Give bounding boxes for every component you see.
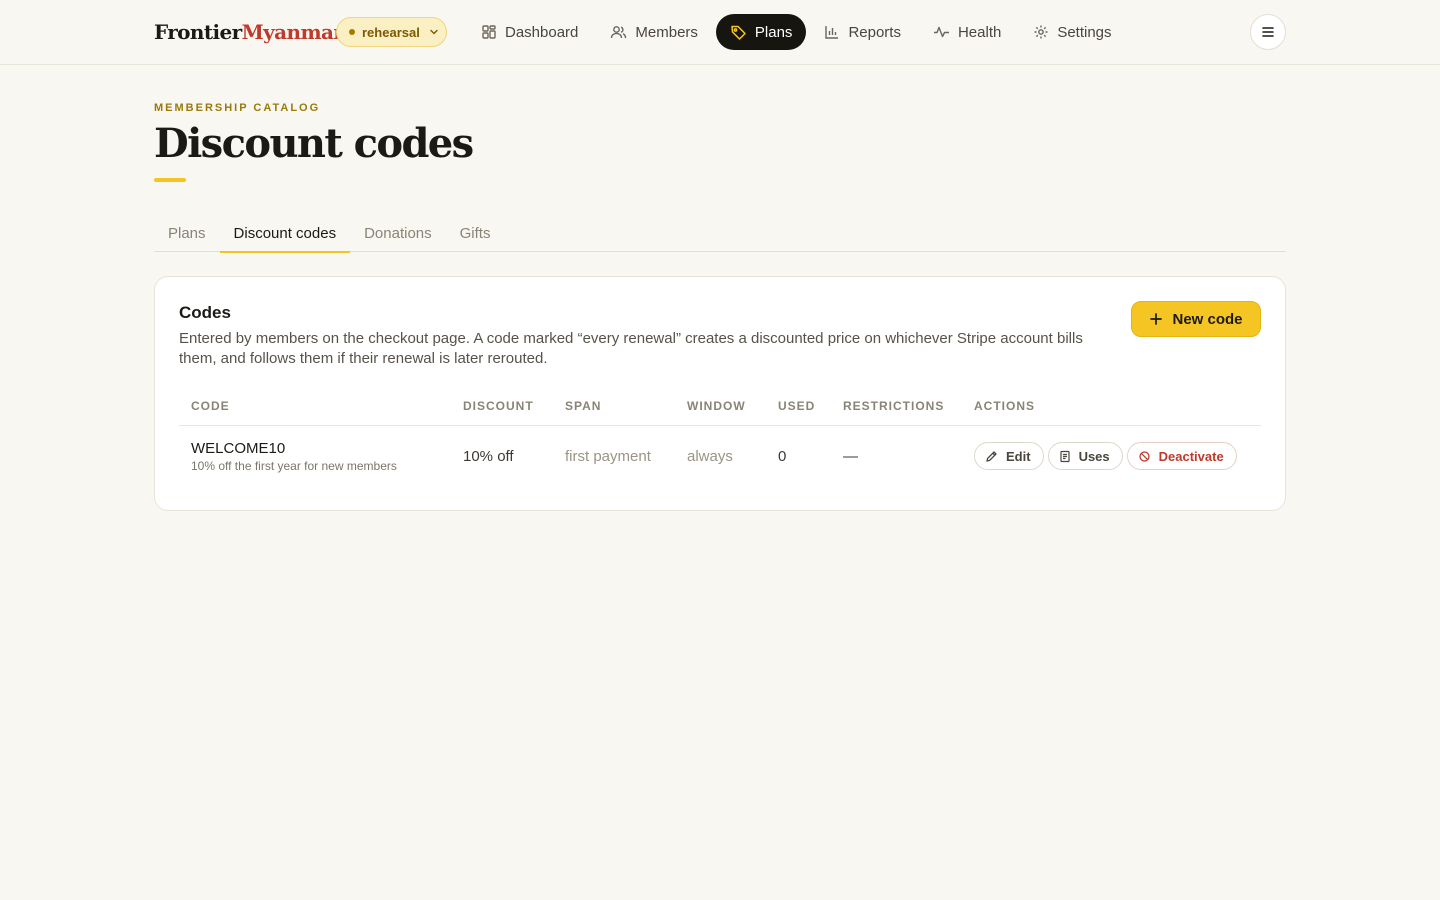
new-code-label: New code — [1172, 310, 1243, 328]
main-nav: Dashboard Members Plans Reports Health S… — [467, 14, 1126, 50]
span-value: first payment — [565, 448, 651, 465]
nav-item-label: Plans — [754, 23, 793, 41]
column-header-discount: DISCOUNT — [463, 399, 534, 413]
plus-icon — [1150, 313, 1163, 325]
row-actions: Edit Uses Deactivate — [974, 442, 1237, 470]
menu-button[interactable] — [1250, 14, 1286, 50]
pencil-icon — [986, 450, 997, 462]
nav-item-label: Dashboard — [505, 23, 579, 41]
edit-button[interactable]: Edit — [974, 442, 1044, 470]
uses-label: Uses — [1078, 448, 1110, 464]
window-value: always — [687, 448, 733, 465]
environment-dot-icon — [349, 29, 355, 35]
section-tabs: Plans Discount codes Donations Gifts — [154, 214, 1286, 253]
codes-card: Codes Entered by members on the checkout… — [154, 276, 1286, 511]
column-header-used: USED — [778, 399, 816, 413]
tag-icon — [731, 25, 746, 40]
nav-item-label: Settings — [1057, 23, 1112, 41]
nav-item-dashboard[interactable]: Dashboard — [467, 14, 592, 50]
pulse-icon — [933, 26, 949, 38]
deactivate-button[interactable]: Deactivate — [1126, 442, 1237, 470]
tab-discount-codes[interactable]: Discount codes — [219, 214, 351, 253]
nav-item-reports[interactable]: Reports — [810, 14, 915, 50]
chevron-down-icon — [430, 29, 438, 35]
table-row: WELCOME10 10% off the first year for new… — [155, 426, 1285, 488]
deactivate-label: Deactivate — [1158, 448, 1224, 464]
tab-gifts[interactable]: Gifts — [446, 214, 505, 252]
grid-icon — [482, 25, 496, 39]
nav-item-members[interactable]: Members — [596, 14, 712, 50]
restrictions-value: — — [843, 448, 858, 465]
discount-value: 10% off — [463, 448, 514, 465]
used-count: 0 — [778, 448, 787, 465]
title-underline — [154, 178, 186, 182]
environment-label: rehearsal — [362, 24, 420, 40]
gear-icon — [1034, 25, 1048, 39]
nav-item-label: Members — [635, 23, 698, 41]
brand-name-part2: Myanmar — [241, 20, 344, 44]
tab-plans[interactable]: Plans — [154, 214, 220, 252]
users-icon — [611, 26, 627, 39]
uses-button[interactable]: Uses — [1047, 442, 1123, 470]
brand-name-part1: Frontier — [154, 20, 242, 44]
nav-item-label: Health — [957, 23, 1002, 41]
code-note: 10% off the first year for new members — [191, 459, 397, 473]
edit-label: Edit — [1006, 448, 1031, 464]
ban-icon — [1138, 450, 1150, 462]
column-header-code: CODE — [191, 399, 230, 413]
column-header-restrictions: RESTRICTIONS — [843, 399, 945, 413]
column-header-span: SPAN — [565, 399, 602, 413]
bar-chart-icon — [825, 26, 839, 39]
nav-item-plans[interactable]: Plans — [715, 14, 807, 50]
tab-donations[interactable]: Donations — [350, 214, 446, 252]
column-header-window: WINDOW — [687, 399, 746, 413]
card-title: Codes — [179, 303, 231, 322]
nav-item-label: Reports — [848, 23, 901, 41]
top-bar: FrontierMyanmar rehearsal Dashboard Memb… — [0, 0, 1440, 65]
brand-logo[interactable]: FrontierMyanmar — [154, 20, 344, 44]
page-eyebrow: MEMBERSHIP CATALOG — [154, 102, 321, 114]
environment-selector[interactable]: rehearsal — [336, 17, 447, 47]
nav-item-settings[interactable]: Settings — [1019, 14, 1125, 50]
new-code-button[interactable]: New code — [1131, 301, 1261, 337]
nav-item-health[interactable]: Health — [919, 14, 1015, 50]
code-value: WELCOME10 — [191, 440, 286, 457]
hamburger-icon — [1262, 27, 1274, 37]
receipt-icon — [1059, 450, 1070, 462]
page-title: Discount codes — [154, 120, 474, 167]
card-description: Entered by members on the checkout page.… — [179, 330, 1083, 367]
column-header-actions: ACTIONS — [974, 399, 1035, 413]
